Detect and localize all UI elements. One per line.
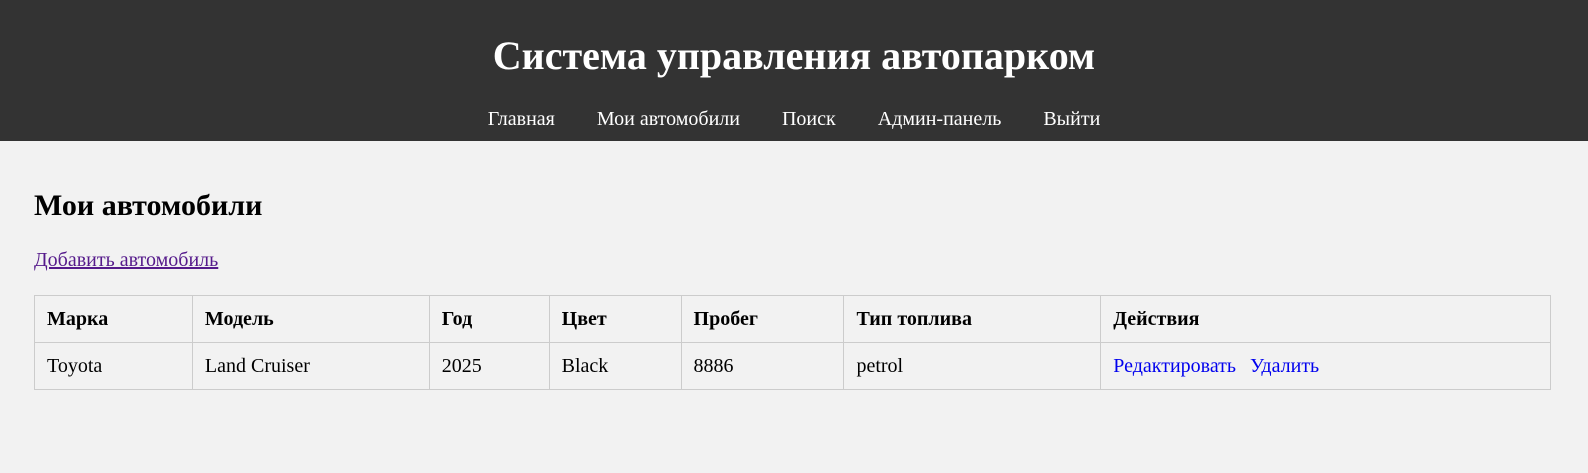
main-nav: Главная Мои автомобили Поиск Админ-панел… bbox=[0, 107, 1588, 131]
site-title: Система управления автопарком bbox=[492, 33, 1096, 78]
cell-model: Land Cruiser bbox=[191, 342, 430, 390]
column-header-mileage: Пробег bbox=[680, 295, 845, 343]
cell-year: 2025 bbox=[428, 342, 550, 390]
cars-table: Марка Модель Год Цвет Пробег Тип топлива… bbox=[34, 295, 1551, 390]
page-title: Мои автомобили bbox=[34, 189, 263, 222]
delete-link[interactable]: Удалить bbox=[1250, 355, 1319, 377]
column-header-year: Год bbox=[428, 295, 550, 343]
cell-brand: Toyota bbox=[34, 342, 193, 390]
nav-admin-panel[interactable]: Админ-панель bbox=[878, 107, 1002, 131]
main-content: Мои автомобили Добавить автомобиль Марка… bbox=[0, 188, 1588, 390]
table-row: Toyota Land Cruiser 2025 Black 8886 petr… bbox=[34, 342, 1551, 390]
edit-link[interactable]: Редактировать bbox=[1113, 355, 1236, 377]
column-header-actions: Действия bbox=[1100, 295, 1551, 343]
nav-home[interactable]: Главная bbox=[488, 107, 555, 131]
column-header-color: Цвет bbox=[548, 295, 682, 343]
cell-color: Black bbox=[548, 342, 682, 390]
cell-mileage: 8886 bbox=[680, 342, 845, 390]
add-car-link[interactable]: Добавить автомобиль bbox=[34, 248, 218, 272]
nav-logout[interactable]: Выйти bbox=[1043, 107, 1100, 131]
column-header-brand: Марка bbox=[34, 295, 193, 343]
cell-fuel-type: petrol bbox=[843, 342, 1102, 390]
cell-actions: Редактировать Удалить bbox=[1100, 342, 1551, 390]
nav-search[interactable]: Поиск bbox=[782, 107, 836, 131]
table-header-row: Марка Модель Год Цвет Пробег Тип топлива… bbox=[34, 295, 1551, 343]
site-header: Система управления автопарком Главная Мо… bbox=[0, 0, 1588, 141]
column-header-model: Модель bbox=[191, 295, 430, 343]
column-header-fuel-type: Тип топлива bbox=[843, 295, 1102, 343]
nav-my-cars[interactable]: Мои автомобили bbox=[597, 107, 740, 131]
